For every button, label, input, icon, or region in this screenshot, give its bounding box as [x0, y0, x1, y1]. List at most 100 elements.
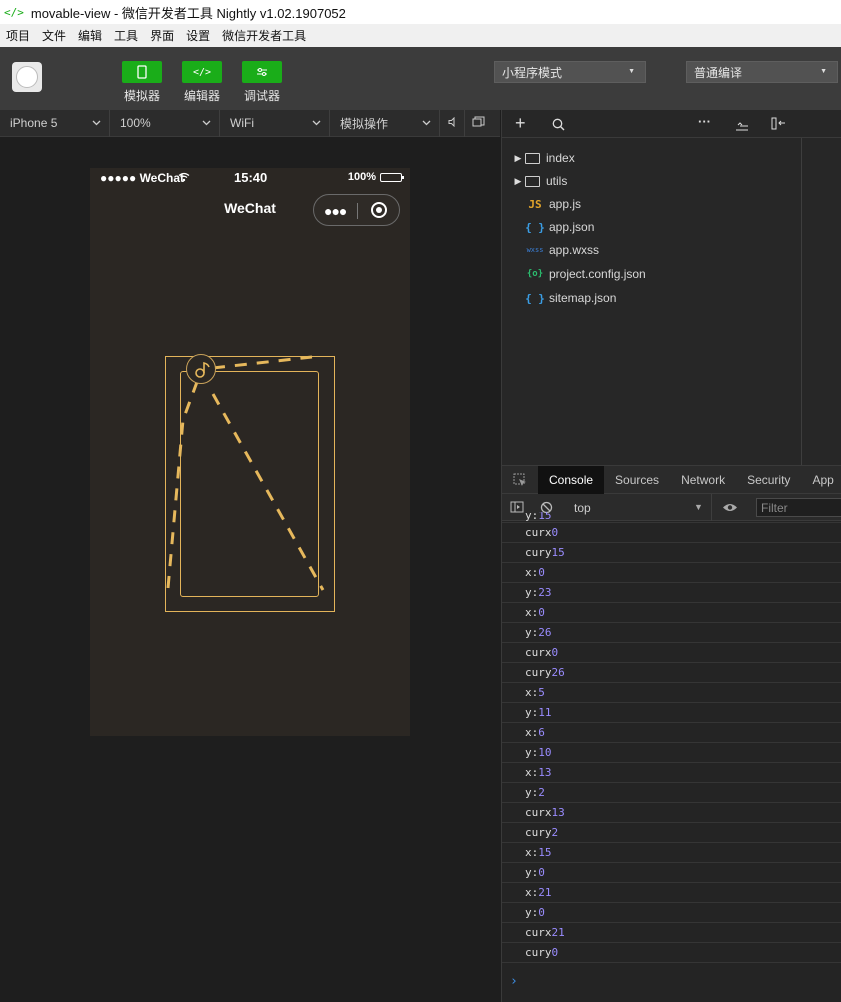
log-key: x: [525, 886, 539, 899]
caret-down-icon: ▼ [628, 68, 635, 75]
tab-sources[interactable]: Sources [604, 466, 670, 494]
log-value: 0 [538, 606, 545, 619]
console-log-row: y: 0 [502, 863, 841, 883]
file-name: sitemap.json [549, 291, 617, 305]
file-name: app.js [549, 197, 582, 211]
inspect-element-icon[interactable] [502, 466, 538, 494]
folder-utils[interactable]: ▶ utils [511, 170, 568, 192]
folder-index[interactable]: ▶ index [511, 147, 575, 169]
log-key: cury [525, 666, 552, 679]
add-icon[interactable]: + [515, 113, 526, 134]
console-log-row: curx 0 [502, 523, 841, 543]
tab-app[interactable]: App [801, 466, 841, 494]
file-explorer: + ··· ▶ index ▶ utils JS app.js { } app.… [501, 110, 841, 465]
caret-down-icon: ▼ [820, 68, 827, 75]
log-value: 13 [538, 766, 552, 779]
log-value: 21 [538, 886, 552, 899]
console-log-row: y: 10 [502, 743, 841, 763]
file-app-wxss[interactable]: wxss app.wxss [524, 239, 599, 261]
log-value: 5 [538, 686, 545, 699]
file-name: app.wxss [549, 243, 600, 257]
log-key: y: [525, 786, 539, 799]
log-key: x: [525, 726, 539, 739]
log-value: 26 [551, 666, 565, 679]
compile-select[interactable]: 普通编译 ▼ [686, 61, 838, 83]
log-key: cury [525, 546, 552, 559]
console-log-row: x: 6 [502, 723, 841, 743]
console-prompt-icon[interactable]: › [510, 974, 518, 989]
console-log-row: x: 5 [502, 683, 841, 703]
log-value: 0 [551, 646, 559, 659]
file-project-config[interactable]: {o} project.config.json [524, 263, 646, 285]
log-key: curx [525, 926, 552, 939]
log-key: curx [525, 526, 552, 539]
log-value: 13 [551, 806, 565, 819]
folder-icon [525, 175, 540, 187]
console-log-row: x: 21 [502, 883, 841, 903]
log-value: 2 [538, 786, 545, 799]
tab-security[interactable]: Security [736, 466, 801, 494]
console-log-row: x: 15 [502, 843, 841, 863]
log-key: x: [525, 686, 539, 699]
file-app-js[interactable]: JS app.js [524, 193, 581, 215]
log-value: 15 [538, 846, 552, 859]
log-key: y: [525, 746, 539, 759]
console-log-row: curx 13 [502, 803, 841, 823]
console-log-row: y: 2 [502, 783, 841, 803]
log-value: 0 [551, 526, 559, 539]
tab-console[interactable]: Console [538, 465, 605, 494]
log-key: cury [525, 946, 552, 959]
log-key: curx [525, 806, 552, 819]
file-name: utils [546, 174, 568, 188]
console-log-row: y: 26 [502, 623, 841, 643]
console-log-row: x: 0 [502, 563, 841, 583]
log-value: 0 [538, 866, 545, 879]
music-note-icon[interactable] [186, 354, 216, 384]
json-file-icon: { } [525, 220, 545, 234]
log-key: x: [525, 566, 539, 579]
file-app-json[interactable]: { } app.json [524, 216, 594, 238]
log-value: 15 [551, 546, 565, 559]
compile-select-value: 普通编译 [694, 65, 743, 80]
log-value: 0 [551, 946, 559, 959]
log-key: x: [525, 606, 539, 619]
log-key: x: [525, 846, 539, 859]
more-options-icon[interactable]: ··· [698, 114, 711, 129]
config-file-icon: {o} [526, 269, 544, 279]
console-log-row: curx 21 [502, 923, 841, 943]
log-key: y: [525, 586, 539, 599]
console-log: y: 15 curx 0 cury 15 x: 0 y: 23 x: 0 y: 26 curx… [502, 512, 841, 963]
expand-arrow-icon: ▶ [514, 175, 522, 186]
console-log-row: cury 2 [502, 823, 841, 843]
console-log-row: cury 15 [502, 543, 841, 563]
wxss-file-icon: wxss [526, 246, 544, 254]
log-value: 15 [538, 512, 552, 522]
js-file-icon: JS [528, 197, 542, 211]
console-log-row: y: 23 [502, 583, 841, 603]
log-value: 23 [538, 586, 552, 599]
split-icon[interactable] [771, 117, 787, 135]
file-sitemap-json[interactable]: { } sitemap.json [524, 287, 616, 309]
console-log-row: cury 0 [502, 943, 841, 963]
devtools-panel: Console Sources Network Security App top… [501, 465, 841, 1002]
log-key: x: [525, 766, 539, 779]
search-icon[interactable] [552, 118, 565, 136]
log-key: curx [525, 646, 552, 659]
log-value: 0 [538, 566, 545, 579]
console-log-row: x: 0 [502, 603, 841, 623]
file-name: project.config.json [549, 267, 646, 281]
file-name: app.json [549, 220, 595, 234]
mode-select[interactable]: 小程序模式 ▼ [494, 61, 646, 83]
json-file-icon: { } [525, 291, 545, 305]
collapse-icon[interactable] [735, 118, 749, 136]
log-value: 10 [538, 746, 552, 759]
console-log-row: y: 11 [502, 703, 841, 723]
log-value: 26 [538, 626, 552, 639]
console-log-row: x: 13 [502, 763, 841, 783]
console-log-row: y: 0 [502, 903, 841, 923]
log-value: 11 [538, 706, 552, 719]
caret-down-icon[interactable]: ▼ [694, 502, 703, 512]
expand-arrow-icon: ▶ [514, 152, 522, 163]
devtools-tabs: Console Sources Network Security App [502, 465, 841, 494]
tab-network[interactable]: Network [670, 466, 736, 494]
